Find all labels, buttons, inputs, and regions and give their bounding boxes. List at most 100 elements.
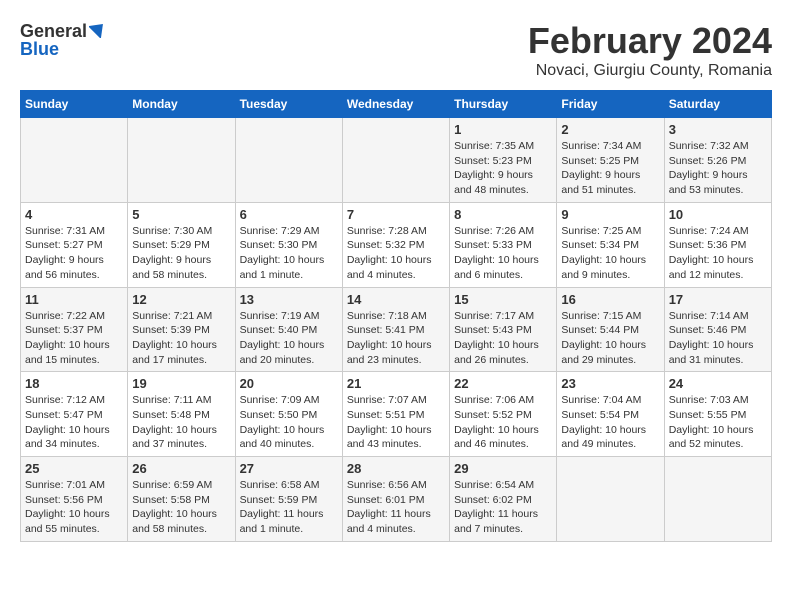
day-number: 13 [240,292,338,307]
day-number: 17 [669,292,767,307]
day-of-week-header: Sunday [21,91,128,118]
day-info: Sunrise: 7:14 AMSunset: 5:46 PMDaylight:… [669,309,767,368]
day-number: 7 [347,207,445,222]
day-info: Sunrise: 7:31 AMSunset: 5:27 PMDaylight:… [25,224,123,283]
day-number: 4 [25,207,123,222]
calendar-cell: 10Sunrise: 7:24 AMSunset: 5:36 PMDayligh… [664,202,771,287]
calendar-cell: 4 Sunrise: 7:31 AMSunset: 5:27 PMDaylight… [21,202,128,287]
day-number: 3 [669,122,767,137]
day-of-week-header: Thursday [450,91,557,118]
day-info: Sunrise: 7:26 AMSunset: 5:33 PMDaylight:… [454,224,552,283]
day-info: Sunrise: 7:07 AMSunset: 5:51 PMDaylight:… [347,393,445,452]
calendar-cell: 22 Sunrise: 7:06 AMSunset: 5:52 PMDayligh… [450,372,557,457]
day-info: Sunrise: 7:09 AMSunset: 5:50 PMDaylight:… [240,393,338,452]
logo: General Blue [20,20,107,60]
day-number: 11 [25,292,123,307]
day-info: Sunrise: 7:06 AMSunset: 5:52 PMDaylight:… [454,393,552,452]
day-number: 25 [25,461,123,476]
title-section: February 2024 Novaci, Giurgiu County, Ro… [528,20,772,80]
day-number: 18 [25,376,123,391]
day-number: 12 [132,292,230,307]
day-of-week-header: Friday [557,91,664,118]
calendar-cell: 12 Sunrise: 7:21 AMSunset: 5:39 PMDayligh… [128,287,235,372]
calendar-cell: 19 Sunrise: 7:11 AMSunset: 5:48 PMDayligh… [128,372,235,457]
day-info: Sunrise: 7:19 AMSunset: 5:40 PMDaylight:… [240,309,338,368]
calendar-cell: 2 Sunrise: 7:34 AMSunset: 5:25 PMDaylight… [557,118,664,203]
day-info: Sunrise: 6:56 AMSunset: 6:01 PMDaylight:… [347,478,445,537]
calendar-week-row: 4 Sunrise: 7:31 AMSunset: 5:27 PMDaylight… [21,202,772,287]
day-number: 10 [669,207,767,222]
day-number: 1 [454,122,552,137]
calendar-cell: 13 Sunrise: 7:19 AMSunset: 5:40 PMDayligh… [235,287,342,372]
day-number: 23 [561,376,659,391]
calendar-cell: 1 Sunrise: 7:35 AMSunset: 5:23 PMDaylight… [450,118,557,203]
day-info: Sunrise: 7:01 AMSunset: 5:56 PMDaylight:… [25,478,123,537]
day-number: 6 [240,207,338,222]
calendar-cell: 25 Sunrise: 7:01 AMSunset: 5:56 PMDayligh… [21,457,128,542]
calendar-cell: 24 Sunrise: 7:03 AMSunset: 5:55 PMDayligh… [664,372,771,457]
day-info: Sunrise: 7:25 AMSunset: 5:34 PMDaylight:… [561,224,659,283]
calendar-cell: 18 Sunrise: 7:12 AMSunset: 5:47 PMDayligh… [21,372,128,457]
calendar-cell [664,457,771,542]
day-info: Sunrise: 7:18 AMSunset: 5:41 PMDaylight:… [347,309,445,368]
month-title: February 2024 [528,20,772,62]
page-header: General Blue February 2024 Novaci, Giurg… [20,20,772,80]
day-info: Sunrise: 6:59 AMSunset: 5:58 PMDaylight:… [132,478,230,537]
calendar-week-row: 18 Sunrise: 7:12 AMSunset: 5:47 PMDayligh… [21,372,772,457]
day-number: 20 [240,376,338,391]
calendar-cell [21,118,128,203]
day-number: 26 [132,461,230,476]
day-number: 19 [132,376,230,391]
logo-bird-icon [89,20,107,38]
day-number: 5 [132,207,230,222]
calendar-cell: 15Sunrise: 7:17 AMSunset: 5:43 PMDayligh… [450,287,557,372]
calendar-cell [128,118,235,203]
calendar-cell: 11 Sunrise: 7:22 AMSunset: 5:37 PMDayligh… [21,287,128,372]
day-info: Sunrise: 7:22 AMSunset: 5:37 PMDaylight:… [25,309,123,368]
day-number: 27 [240,461,338,476]
day-info: Sunrise: 7:12 AMSunset: 5:47 PMDaylight:… [25,393,123,452]
day-number: 14 [347,292,445,307]
calendar-cell: 29 Sunrise: 6:54 AMSunset: 6:02 PMDayligh… [450,457,557,542]
day-of-week-header: Wednesday [342,91,449,118]
calendar-cell: 21 Sunrise: 7:07 AMSunset: 5:51 PMDayligh… [342,372,449,457]
day-info: Sunrise: 7:29 AMSunset: 5:30 PMDaylight:… [240,224,338,283]
calendar-cell: 7 Sunrise: 7:28 AMSunset: 5:32 PMDaylight… [342,202,449,287]
day-number: 16 [561,292,659,307]
day-number: 8 [454,207,552,222]
day-info: Sunrise: 7:03 AMSunset: 5:55 PMDaylight:… [669,393,767,452]
calendar-cell: 23Sunrise: 7:04 AMSunset: 5:54 PMDayligh… [557,372,664,457]
calendar-cell: 27 Sunrise: 6:58 AMSunset: 5:59 PMDayligh… [235,457,342,542]
day-number: 2 [561,122,659,137]
day-number: 24 [669,376,767,391]
day-of-week-header: Monday [128,91,235,118]
day-info: Sunrise: 7:34 AMSunset: 5:25 PMDaylight:… [561,139,659,198]
day-number: 28 [347,461,445,476]
day-info: Sunrise: 7:15 AMSunset: 5:44 PMDaylight:… [561,309,659,368]
day-info: Sunrise: 7:21 AMSunset: 5:39 PMDaylight:… [132,309,230,368]
calendar-table: SundayMondayTuesdayWednesdayThursdayFrid… [20,90,772,542]
calendar-cell: 9 Sunrise: 7:25 AMSunset: 5:34 PMDaylight… [557,202,664,287]
day-info: Sunrise: 7:30 AMSunset: 5:29 PMDaylight:… [132,224,230,283]
day-info: Sunrise: 7:11 AMSunset: 5:48 PMDaylight:… [132,393,230,452]
day-info: Sunrise: 6:58 AMSunset: 5:59 PMDaylight:… [240,478,338,537]
calendar-cell: 14 Sunrise: 7:18 AMSunset: 5:41 PMDayligh… [342,287,449,372]
day-number: 9 [561,207,659,222]
day-number: 21 [347,376,445,391]
day-info: Sunrise: 7:17 AMSunset: 5:43 PMDaylight:… [454,309,552,368]
day-info: Sunrise: 7:35 AMSunset: 5:23 PMDaylight:… [454,139,552,198]
day-of-week-header: Saturday [664,91,771,118]
calendar-body: 1 Sunrise: 7:35 AMSunset: 5:23 PMDaylight… [21,118,772,542]
calendar-cell: 20 Sunrise: 7:09 AMSunset: 5:50 PMDayligh… [235,372,342,457]
calendar-cell [235,118,342,203]
day-number: 22 [454,376,552,391]
calendar-cell: 6 Sunrise: 7:29 AMSunset: 5:30 PMDaylight… [235,202,342,287]
day-info: Sunrise: 7:28 AMSunset: 5:32 PMDaylight:… [347,224,445,283]
location-title: Novaci, Giurgiu County, Romania [528,62,772,80]
calendar-cell: 17 Sunrise: 7:14 AMSunset: 5:46 PMDayligh… [664,287,771,372]
calendar-week-row: 11 Sunrise: 7:22 AMSunset: 5:37 PMDayligh… [21,287,772,372]
calendar-cell: 16 Sunrise: 7:15 AMSunset: 5:44 PMDayligh… [557,287,664,372]
day-info: Sunrise: 6:54 AMSunset: 6:02 PMDaylight:… [454,478,552,537]
day-of-week-header: Tuesday [235,91,342,118]
day-number: 29 [454,461,552,476]
